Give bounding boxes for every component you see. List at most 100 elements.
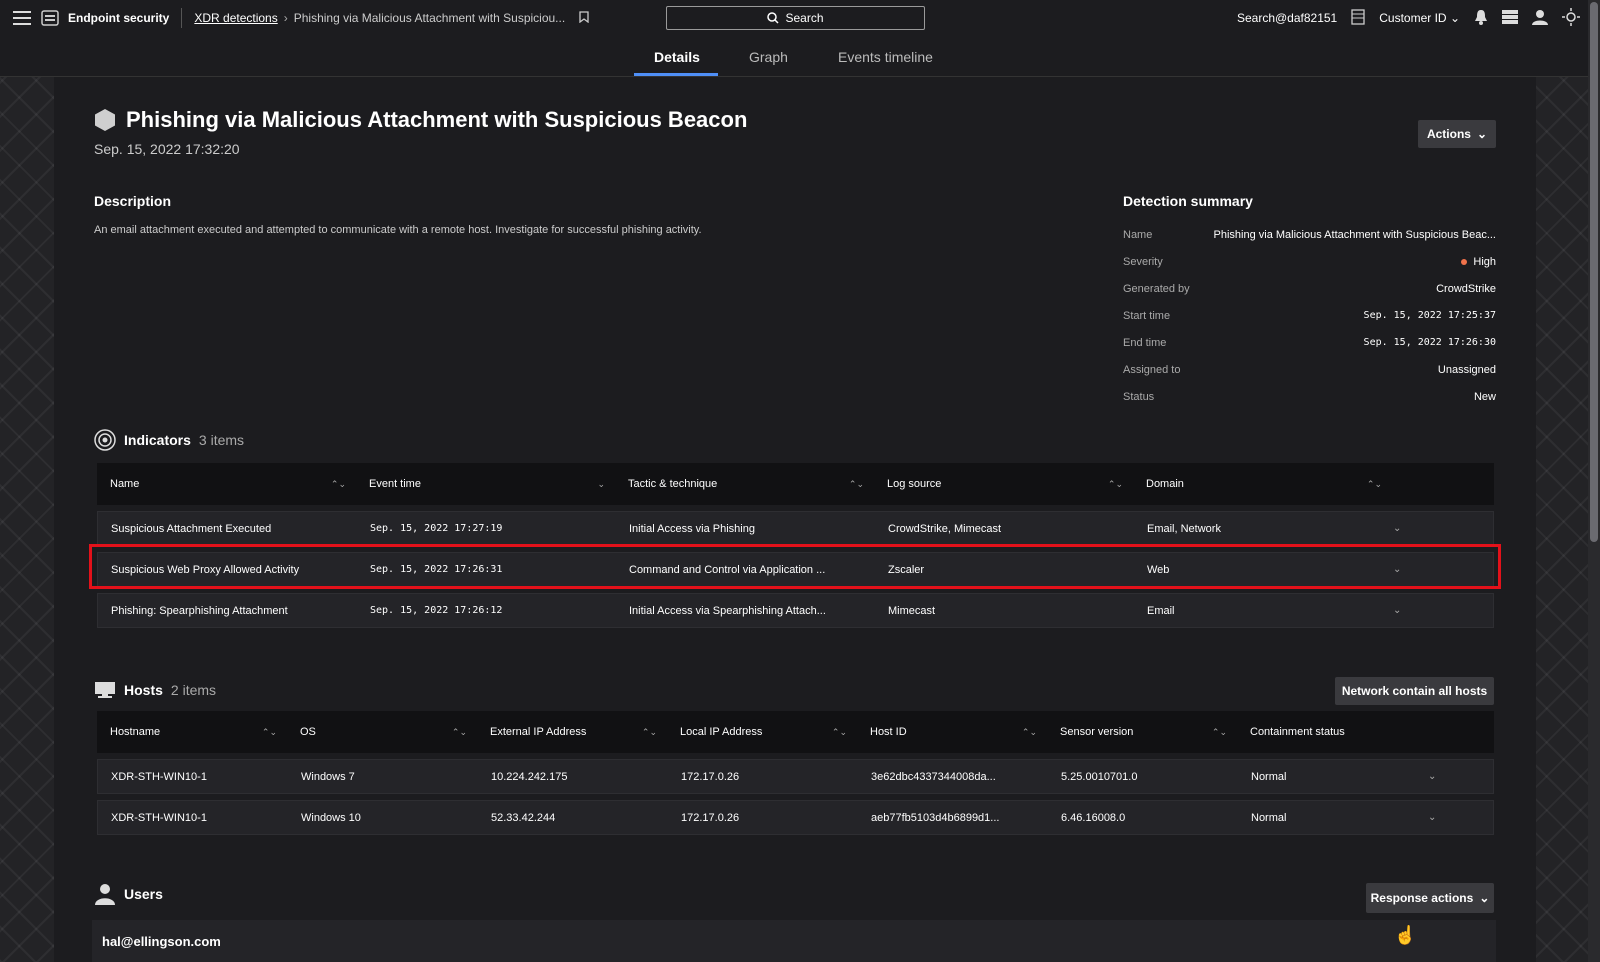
- cell-event-time: Sep. 15, 2022 17:27:19: [370, 523, 503, 534]
- user-search-label[interactable]: Search@daf82151: [1237, 11, 1337, 25]
- column-header-external-ip[interactable]: External IP Address ⌃⌄: [477, 726, 667, 738]
- table-row[interactable]: XDR-STH-WIN10-1 Windows 7 10.224.242.175…: [97, 759, 1494, 794]
- scrollbar[interactable]: [1588, 0, 1600, 962]
- sort-icon: ⌃⌄: [1107, 478, 1123, 489]
- divider: [181, 8, 183, 28]
- cell-external-ip: 10.224.242.175: [491, 770, 568, 783]
- cell-host-id: 3e62dbc4337344008da...: [871, 770, 996, 783]
- column-label: Containment status: [1250, 726, 1345, 738]
- summary-key: End time: [1123, 336, 1167, 349]
- monitor-icon: [95, 682, 115, 698]
- summary-value: Sep. 15, 2022 17:25:37: [1363, 310, 1496, 321]
- cell-name: Phishing: Spearphishing Attachment: [111, 604, 288, 617]
- column-header-log-source[interactable]: Log source ⌃⌄: [874, 478, 1133, 490]
- breadcrumb-chevron-icon: ›: [283, 11, 288, 25]
- table-row[interactable]: Suspicious Attachment Executed Sep. 15, …: [97, 511, 1494, 546]
- breadcrumb-xdr-detections[interactable]: XDR detections: [194, 11, 277, 25]
- summary-value: Phishing via Malicious Attachment with S…: [1213, 228, 1496, 241]
- messages-icon[interactable]: [1502, 9, 1518, 27]
- summary-key: Start time: [1123, 309, 1171, 322]
- sort-descending-icon: ⌄: [597, 478, 605, 489]
- cell-domain: Web: [1147, 563, 1170, 576]
- column-header-containment-status[interactable]: Containment status: [1237, 726, 1427, 738]
- expand-chevron-icon[interactable]: ⌄: [1393, 564, 1401, 575]
- column-header-hostname[interactable]: Hostname ⌃⌄: [97, 726, 287, 738]
- summary-row-status: Status New: [1123, 383, 1496, 410]
- hexagon-icon: [95, 109, 115, 131]
- summary-key: Status: [1123, 390, 1155, 403]
- search-icon: [767, 12, 780, 24]
- summary-row-name: Name Phishing via Malicious Attachment wi…: [1123, 221, 1496, 248]
- bell-icon[interactable]: [1474, 9, 1488, 28]
- users-heading: Users: [94, 883, 163, 905]
- sort-icon: ⌃⌄: [1021, 726, 1037, 737]
- severity-dot-icon: [1461, 258, 1468, 265]
- network-contain-all-hosts-button[interactable]: Network contain all hosts: [1335, 677, 1494, 705]
- column-header-host-id[interactable]: Host ID ⌃⌄: [857, 726, 1047, 738]
- cell-log-source: Mimecast: [888, 604, 936, 617]
- description-text: An email attachment executed and attempt…: [94, 224, 702, 236]
- chevron-down-icon: ⌄: [1449, 11, 1460, 25]
- cell-containment-status: Normal: [1251, 811, 1287, 824]
- cell-hostname: XDR-STH-WIN10-1: [111, 770, 207, 783]
- radar-icon: [94, 429, 116, 451]
- expand-chevron-icon[interactable]: ⌄: [1393, 605, 1401, 616]
- top-right-controls: Search@daf82151 Customer ID ⌄: [1237, 0, 1580, 36]
- theme-sun-icon[interactable]: [1562, 7, 1580, 29]
- scrollbar-thumb[interactable]: [1590, 2, 1598, 542]
- summary-key: Name: [1123, 228, 1153, 241]
- tab-events-timeline[interactable]: Events timeline: [838, 49, 933, 65]
- bookmark-icon[interactable]: [579, 10, 589, 26]
- detection-summary: Detection summary Name Phishing via Malic…: [1123, 193, 1496, 410]
- response-actions-button[interactable]: Response actions ⌄: [1366, 883, 1494, 913]
- cell-domain: Email, Network: [1147, 522, 1221, 535]
- summary-key: Generated by: [1123, 282, 1190, 295]
- cell-domain: Email: [1147, 604, 1175, 617]
- hosts-heading: Hosts 2 items: [94, 681, 216, 699]
- summary-row-assigned-to: Assigned to Unassigned: [1123, 356, 1496, 383]
- customer-id-dropdown[interactable]: Customer ID ⌄: [1379, 11, 1460, 25]
- cell-sensor-version: 6.46.16008.0: [1061, 811, 1126, 824]
- user-icon[interactable]: [1532, 9, 1548, 28]
- table-row[interactable]: XDR-STH-WIN10-1 Windows 10 52.33.42.244 …: [97, 800, 1494, 835]
- breadcrumb-current: Phishing via Malicious Attachment with S…: [293, 11, 566, 25]
- page-title: Phishing via Malicious Attachment with S…: [94, 107, 747, 133]
- actions-button[interactable]: Actions ⌄: [1418, 120, 1496, 148]
- table-row[interactable]: Phishing: Spearphishing Attachment Sep. …: [97, 593, 1494, 628]
- expand-chevron-icon[interactable]: ⌄: [1428, 771, 1436, 782]
- hand-cursor-icon: ☝: [1394, 925, 1417, 945]
- search-button[interactable]: Search: [666, 6, 925, 30]
- expand-chevron-icon[interactable]: ⌄: [1428, 812, 1436, 823]
- hosts-table: Hostname ⌃⌄ OS ⌃⌄ External IP Address ⌃⌄ Lo…: [97, 711, 1494, 835]
- expand-chevron-icon[interactable]: ⌄: [1393, 523, 1401, 534]
- customer-id-label: Customer ID: [1379, 11, 1447, 25]
- tab-graph[interactable]: Graph: [749, 49, 788, 65]
- table-icon[interactable]: [1351, 8, 1365, 28]
- summary-row-end-time: End time Sep. 15, 2022 17:26:30: [1123, 329, 1496, 356]
- column-header-tactic[interactable]: Tactic & technique ⌃⌄: [615, 478, 874, 490]
- sort-icon: ⌃⌄: [1366, 478, 1382, 489]
- list-item[interactable]: hal@ellingson.com: [92, 920, 1496, 962]
- response-actions-label: Response actions: [1370, 891, 1474, 905]
- summary-row-severity: Severity High: [1123, 248, 1496, 275]
- column-header-sensor-version[interactable]: Sensor version ⌃⌄: [1047, 726, 1237, 738]
- cell-local-ip: 172.17.0.26: [681, 770, 740, 783]
- hosts-count: 2 items: [170, 682, 217, 698]
- table-row[interactable]: Suspicious Web Proxy Allowed Activity Se…: [97, 552, 1494, 587]
- indicators-table-header: Name ⌃⌄ Event time ⌄ Tactic & technique ⌃⌄ …: [97, 463, 1494, 505]
- column-label: Tactic & technique: [628, 478, 718, 490]
- cell-log-source: Zscaler: [888, 563, 925, 576]
- hamburger-menu-icon[interactable]: [8, 4, 36, 32]
- column-header-name[interactable]: Name ⌃⌄: [97, 478, 356, 490]
- column-header-local-ip[interactable]: Local IP Address ⌃⌄: [667, 726, 857, 738]
- column-header-os[interactable]: OS ⌃⌄: [287, 726, 477, 738]
- sort-icon: ⌃⌄: [451, 726, 467, 737]
- column-header-event-time[interactable]: Event time ⌄: [356, 478, 615, 490]
- cell-hostname: XDR-STH-WIN10-1: [111, 811, 207, 824]
- column-header-domain[interactable]: Domain ⌃⌄: [1133, 478, 1392, 490]
- column-label: Name: [110, 478, 140, 490]
- column-label: Host ID: [870, 726, 907, 738]
- user-email: hal@ellingson.com: [102, 934, 221, 949]
- cell-containment-status: Normal: [1251, 770, 1287, 783]
- tab-details[interactable]: Details: [654, 49, 700, 65]
